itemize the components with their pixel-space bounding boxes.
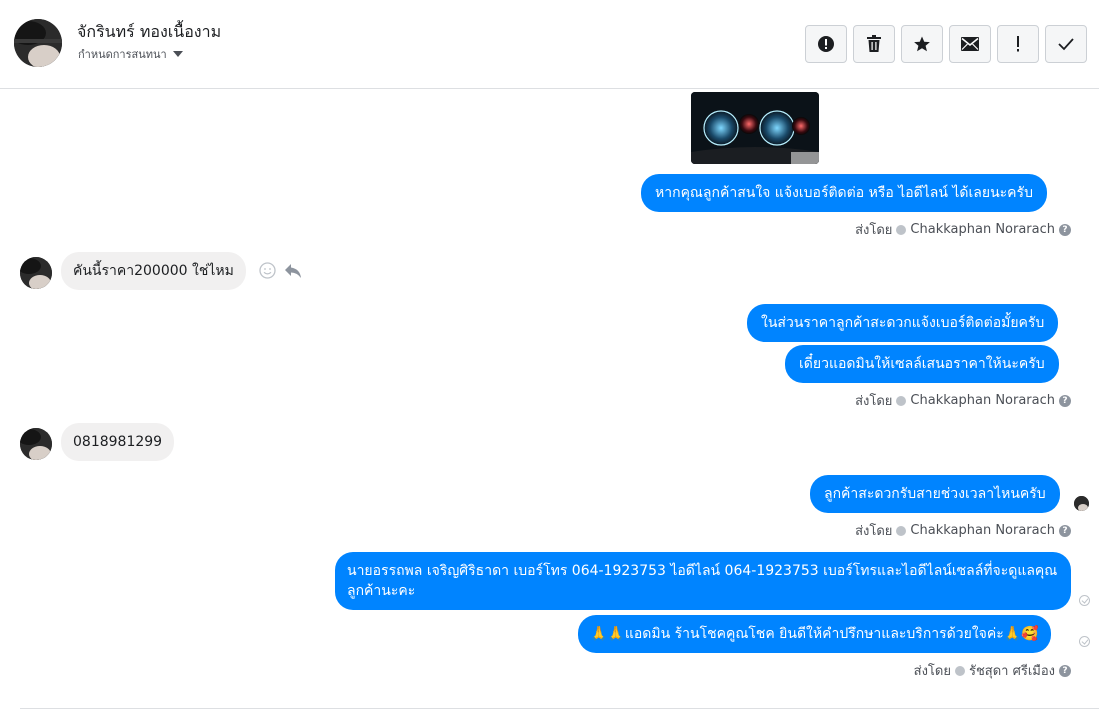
- caret-down-icon: [172, 51, 183, 57]
- incoming-message[interactable]: 0818981299: [61, 423, 175, 461]
- delete-button[interactable]: [853, 25, 895, 63]
- conversation-header: จักรินทร์ ทองเนื้องาม กำหนดการสนทนา: [0, 0, 1099, 89]
- reply-icon[interactable]: [284, 263, 302, 279]
- sent-check-icon: [954, 665, 965, 676]
- help-icon[interactable]: ?: [1059, 524, 1071, 537]
- checkmark-icon: [1058, 38, 1074, 51]
- exclamation-icon: [1017, 36, 1019, 52]
- mark-done-button[interactable]: [1045, 25, 1087, 63]
- message-actions: [259, 262, 302, 279]
- assign-conversation-dropdown[interactable]: กำหนดการสนทนา: [78, 45, 183, 63]
- contact-name[interactable]: จักรินทร์ ทองเนื้องาม: [77, 20, 221, 45]
- star-button[interactable]: [901, 25, 943, 63]
- sent-check-icon: [896, 395, 907, 406]
- trash-icon: [867, 35, 881, 52]
- agent-name[interactable]: รัชสุดา ศรีเมือง: [969, 660, 1055, 681]
- mark-unread-button[interactable]: [949, 25, 991, 63]
- conversation-toolbar: [805, 25, 1087, 63]
- emoji-reaction-icon[interactable]: [259, 262, 276, 279]
- agent-name[interactable]: Chakkaphan Norarach: [910, 393, 1055, 408]
- read-receipt-avatar: [1074, 496, 1089, 511]
- outgoing-message[interactable]: ลูกค้าสะดวกรับสายช่วงเวลาไหนครับ: [810, 475, 1060, 513]
- contact-avatar-small: [20, 257, 52, 289]
- delivered-check-icon: [1079, 595, 1090, 606]
- composer-divider: [20, 708, 1099, 709]
- delivered-check-icon: [1079, 636, 1090, 647]
- sent-check-icon: [896, 224, 907, 235]
- outgoing-message[interactable]: หากคุณลูกค้าสนใจ แจ้งเบอร์ติดต่อ หรือ ไอ…: [641, 174, 1047, 212]
- alert-circle-icon: [818, 36, 834, 52]
- sent-by-label: ส่งโดย Chakkaphan Norarach ?: [855, 520, 1071, 541]
- help-icon[interactable]: ?: [1059, 664, 1071, 677]
- follow-up-button[interactable]: [997, 25, 1039, 63]
- contact-avatar-small: [20, 428, 52, 460]
- mark-spam-button[interactable]: [805, 25, 847, 63]
- sent-by-label: ส่งโดย Chakkaphan Norarach ?: [855, 219, 1071, 240]
- dashboard-photo-attachment[interactable]: [691, 92, 819, 164]
- star-icon: [914, 36, 930, 52]
- contact-avatar[interactable]: [14, 19, 62, 67]
- outgoing-message[interactable]: เดี๋ยวแอดมินให้เซลล์เสนอราคาให้นะครับ: [785, 345, 1059, 383]
- help-icon[interactable]: ?: [1059, 394, 1071, 407]
- sent-by-label: ส่งโดย รัชสุดา ศรีเมือง ?: [914, 660, 1071, 681]
- outgoing-message[interactable]: 🙏🙏แอดมิน ร้านโชคคูณโชค ยินดีให้คำปรึกษาแ…: [578, 615, 1051, 653]
- agent-name[interactable]: Chakkaphan Norarach: [910, 523, 1055, 538]
- assign-label: กำหนดการสนทนา: [78, 48, 167, 61]
- sent-by-label: ส่งโดย Chakkaphan Norarach ?: [855, 390, 1071, 411]
- help-icon[interactable]: ?: [1059, 223, 1071, 236]
- incoming-message[interactable]: คันนี้ราคา200000 ใช่ไหม: [61, 252, 246, 290]
- sent-check-icon: [896, 525, 907, 536]
- envelope-icon: [961, 37, 979, 51]
- agent-name[interactable]: Chakkaphan Norarach: [910, 222, 1055, 237]
- outgoing-message[interactable]: นายอรรถพล เจริญศิริธาดา เบอร์โทร 064-192…: [335, 552, 1071, 610]
- outgoing-message[interactable]: ในส่วนราคาลูกค้าสะดวกแจ้งเบอร์ติดต่อมั้ย…: [747, 304, 1059, 342]
